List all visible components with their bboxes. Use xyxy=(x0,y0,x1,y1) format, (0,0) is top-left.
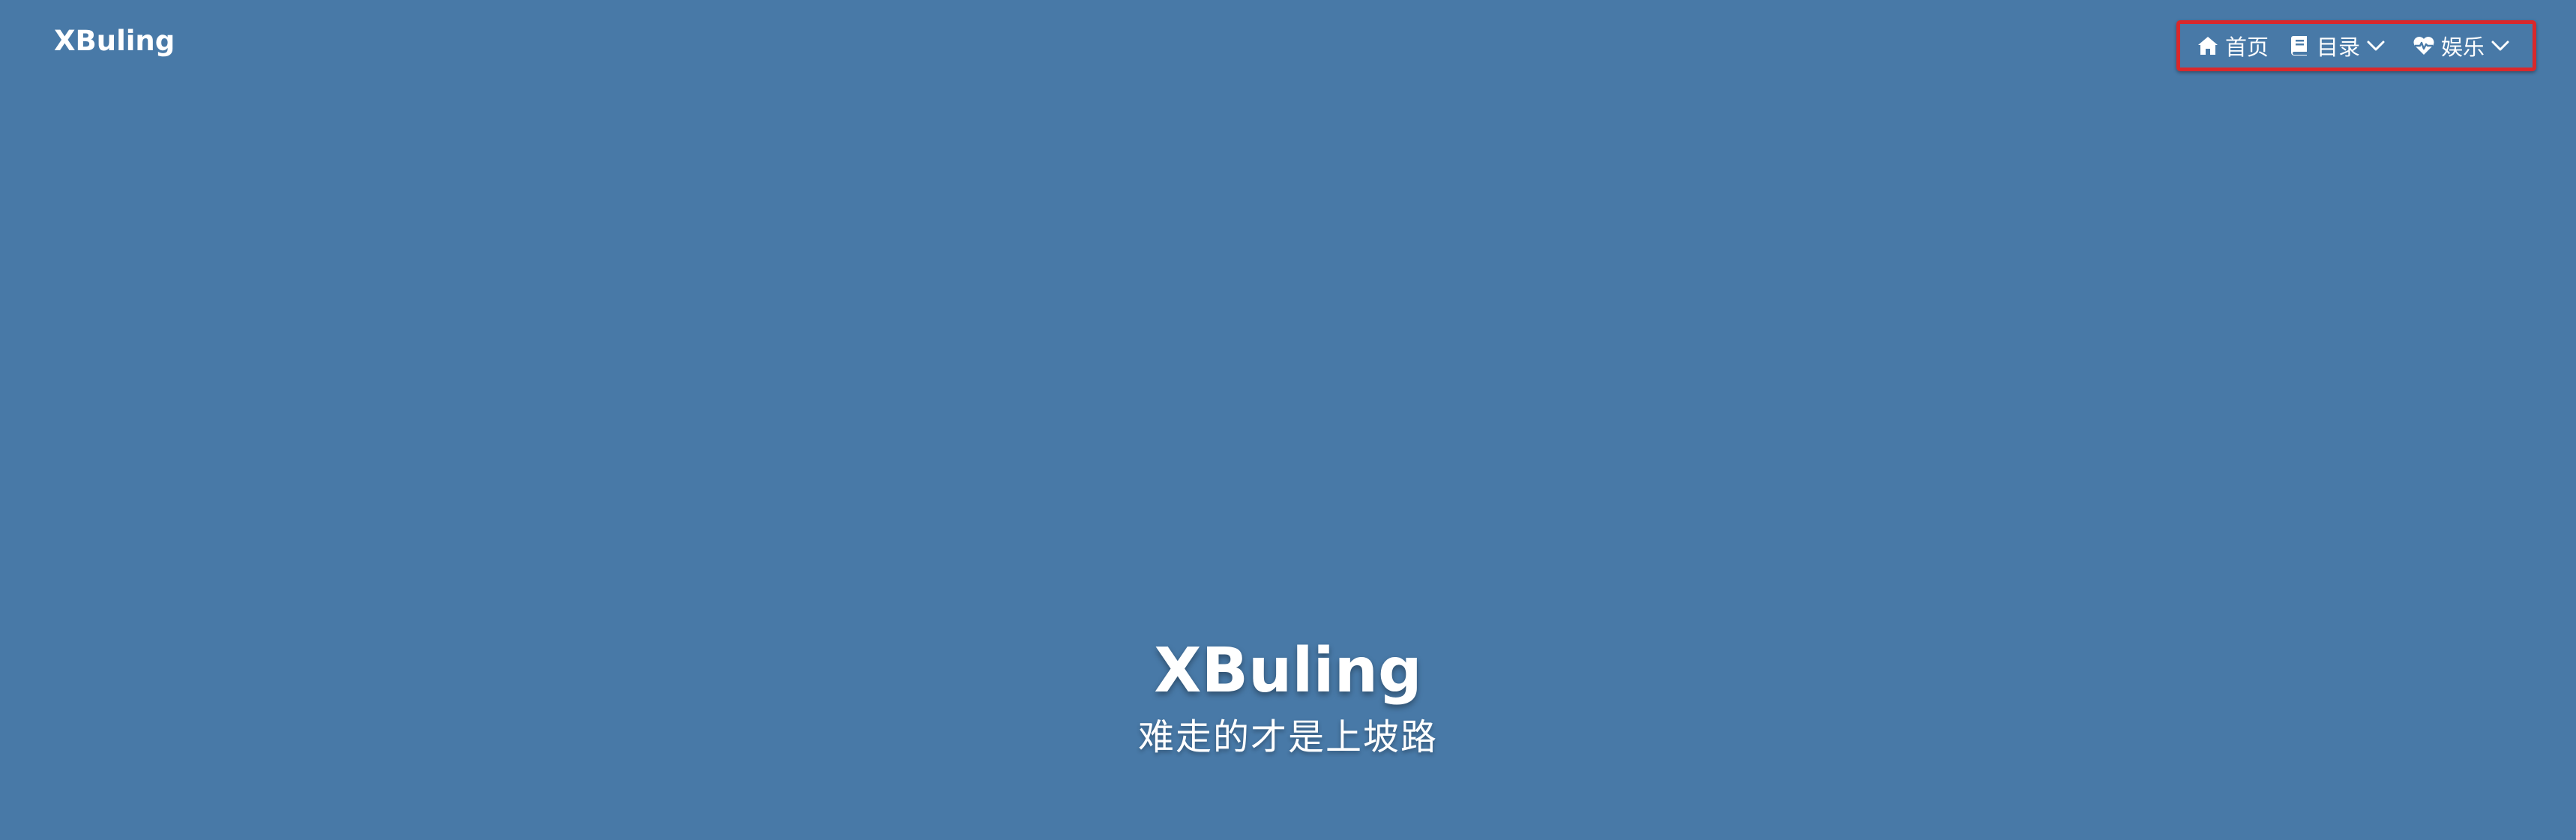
nav-item-entertainment[interactable]: 娱乐 xyxy=(2413,24,2512,68)
nav-item-label: 首页 xyxy=(2225,34,2269,60)
book-icon xyxy=(2288,34,2311,57)
heartbeat-icon xyxy=(2413,34,2435,57)
chevron-down-icon xyxy=(2365,34,2387,57)
site-title-link[interactable]: XBuling xyxy=(54,22,175,60)
hero: XBuling 难走的才是上坡路 xyxy=(0,634,2576,763)
nav-item-label: 目录 xyxy=(2317,34,2361,60)
nav-item-home[interactable]: 首页 xyxy=(2197,24,2269,68)
page: XBuling 首页 目录 娱乐 XBuling 难走的才是上坡路 xyxy=(0,0,2576,840)
nav-item-label: 娱乐 xyxy=(2441,34,2485,60)
hero-title: XBuling xyxy=(1154,635,1422,706)
hero-subtitle: 难走的才是上坡路 xyxy=(1137,716,1438,758)
nav-item-catalog[interactable]: 目录 xyxy=(2288,24,2387,68)
chevron-down-icon xyxy=(2489,34,2512,57)
main-nav: 首页 目录 娱乐 xyxy=(2176,20,2536,71)
home-icon xyxy=(2197,34,2219,57)
